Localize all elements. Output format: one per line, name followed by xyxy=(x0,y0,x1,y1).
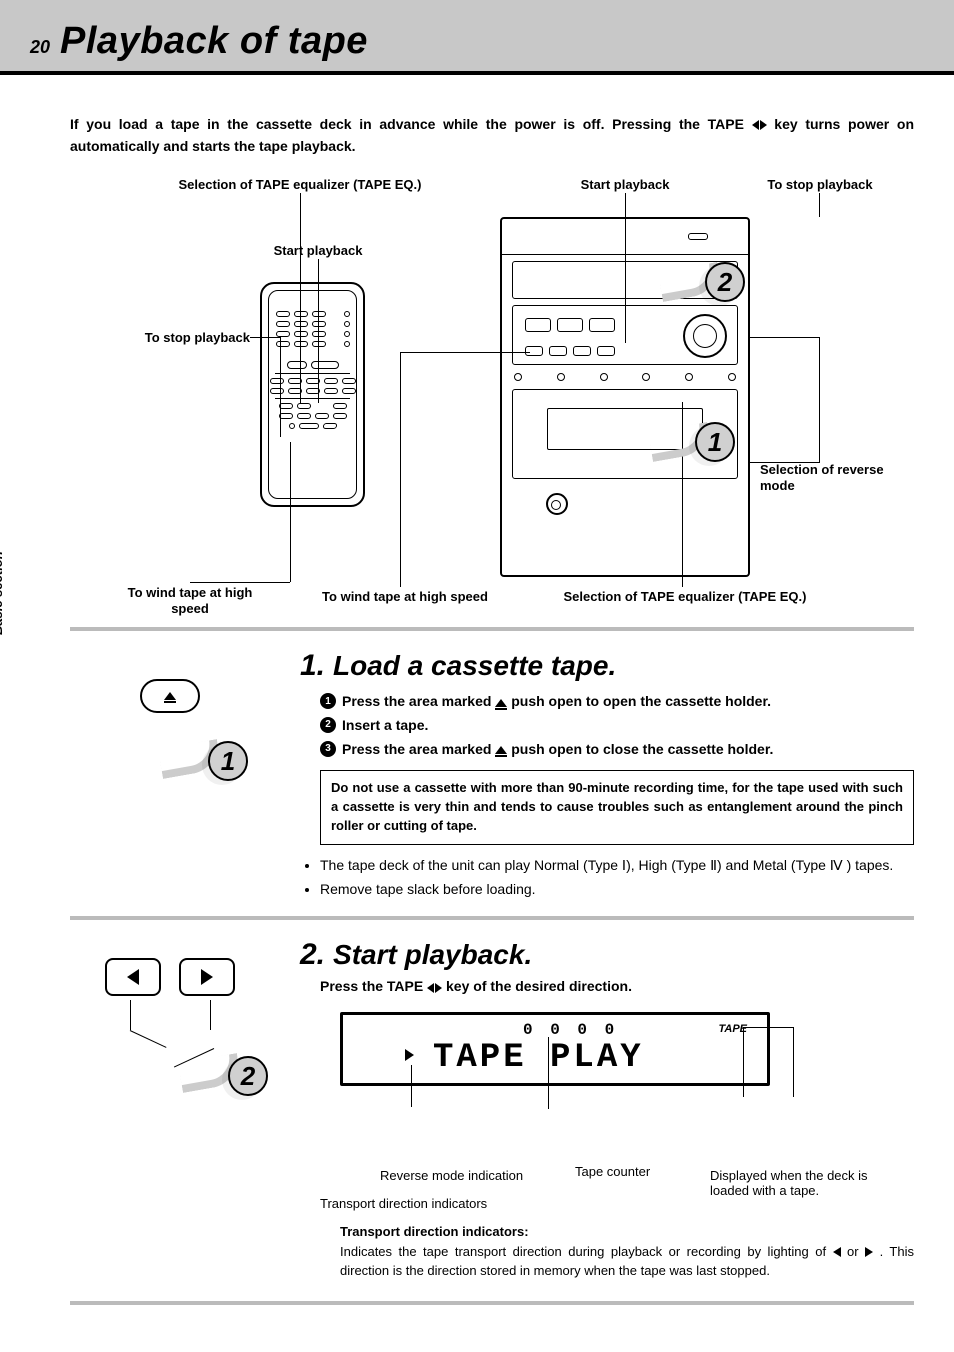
label-wind-remote: To wind tape at high speed xyxy=(110,585,270,616)
leader-line xyxy=(400,352,401,587)
step-2-title: Start playback. xyxy=(333,939,532,971)
play-reverse-button-illustration xyxy=(105,958,161,996)
play-direction-icon xyxy=(752,120,767,130)
leader-line xyxy=(750,337,820,338)
leader-line xyxy=(300,193,301,403)
label-transport-indicators: Transport direction indicators xyxy=(320,1196,487,1211)
tdi-heading: Transport direction indicators: xyxy=(340,1222,914,1242)
eject-button-illustration xyxy=(140,679,200,713)
play-direction-icon xyxy=(427,983,442,993)
substep-1-text: Press the area marked push open to open … xyxy=(342,691,771,713)
callout-number-2: 2 xyxy=(228,1056,268,1096)
page-number: 20 xyxy=(30,37,50,58)
step-1-substeps: 1 Press the area marked push open to ope… xyxy=(300,691,914,760)
leader-line xyxy=(750,462,820,463)
intro-text-a: If you load a tape in the cassette deck … xyxy=(70,116,752,132)
note-tape-types: The tape deck of the unit can play Norma… xyxy=(320,855,914,877)
warning-box: Do not use a cassette with more than 90-… xyxy=(320,770,914,845)
label-start-playback-unit: Start playback xyxy=(560,177,690,193)
intro-paragraph: If you load a tape in the cassette deck … xyxy=(70,114,914,157)
step-2-instruction: Press the TAPE key of the desired direct… xyxy=(320,978,914,994)
note-slack: Remove tape slack before loading. xyxy=(320,879,914,901)
remote-control-illustration xyxy=(260,282,365,507)
section-side-tab: Basic section xyxy=(0,551,5,635)
bottom-rule xyxy=(70,1301,914,1305)
step-1-graphic: 1 xyxy=(70,649,270,906)
callout-number-1: 1 xyxy=(208,741,248,781)
leader-line xyxy=(250,337,280,338)
step-2-graphic: 2 xyxy=(70,938,270,1281)
step-1-row: 1 1. Load a cassette tape. 1 Press the a… xyxy=(70,627,914,916)
substep-badge-2: 2 xyxy=(320,717,336,733)
label-deck-loaded: Displayed when the deck is loaded with a… xyxy=(710,1168,900,1198)
step-1-heading: 1. Load a cassette tape. xyxy=(300,649,914,683)
device-diagram: Selection of TAPE equalizer (TAPE EQ.) S… xyxy=(70,177,914,627)
step-2-heading: 2. Start playback. xyxy=(300,938,914,972)
step-2-number: 2. xyxy=(300,938,325,972)
page-header: 20 Playback of tape xyxy=(0,0,954,75)
substep-2-text: Insert a tape. xyxy=(342,715,428,737)
substep-3-text: Press the area marked push open to close… xyxy=(342,739,773,761)
leader-line xyxy=(625,193,626,343)
tdi-body: Indicates the tape transport direction d… xyxy=(340,1242,914,1281)
leader-line xyxy=(210,1000,211,1030)
lcd-display-diagram: 0 0 0 0 TAPE PLAY TAPE Reverse mode indi… xyxy=(340,1012,914,1086)
play-forward-button-illustration xyxy=(179,958,235,996)
label-tape-counter: Tape counter xyxy=(575,1164,650,1179)
leader-line xyxy=(819,193,820,217)
triangle-left-icon xyxy=(833,1247,841,1257)
step-1-number: 1. xyxy=(300,649,325,683)
leader-line xyxy=(280,337,281,437)
label-start-playback-remote: Start playback xyxy=(248,243,388,259)
label-reverse-mode-indication: Reverse mode indication xyxy=(380,1168,523,1183)
step-1-title: Load a cassette tape. xyxy=(333,650,616,682)
label-stop-playback-remote: To stop playback xyxy=(90,330,250,346)
transport-direction-block: Transport direction indicators: Indicate… xyxy=(340,1222,914,1281)
triangle-right-icon xyxy=(201,969,213,985)
leader-line xyxy=(130,1000,131,1030)
leader-line xyxy=(190,582,290,583)
leader-line xyxy=(819,337,820,462)
triangle-left-icon xyxy=(127,969,139,985)
lcd-main-text: TAPE PLAY xyxy=(433,1039,644,1077)
step-1-notes: The tape deck of the unit can play Norma… xyxy=(300,855,914,900)
label-wind-unit: To wind tape at high speed xyxy=(290,589,520,605)
leader-line xyxy=(290,442,291,582)
triangle-right-icon xyxy=(865,1247,873,1257)
eject-icon xyxy=(495,746,507,754)
lcd-display: 0 0 0 0 TAPE PLAY TAPE xyxy=(340,1012,770,1086)
leader-line xyxy=(318,259,319,403)
leader-line xyxy=(130,1030,167,1048)
label-tape-eq-bottom: Selection of TAPE equalizer (TAPE EQ.) xyxy=(530,589,840,605)
eject-icon xyxy=(495,699,507,707)
eject-icon xyxy=(164,692,176,700)
label-stop-playback-unit: To stop playback xyxy=(740,177,900,193)
substep-badge-3: 3 xyxy=(320,741,336,757)
lcd-counter: 0 0 0 0 xyxy=(523,1021,618,1039)
page-title: Playback of tape xyxy=(60,20,368,63)
leader-line xyxy=(400,352,530,353)
step-2-row: 2 2. Start playback. Press the TAPE key … xyxy=(70,916,914,1291)
lcd-direction-indicator xyxy=(405,1049,414,1061)
label-reverse-mode: Selection of reverse mode xyxy=(760,462,910,493)
label-tape-eq-top: Selection of TAPE equalizer (TAPE EQ.) xyxy=(150,177,450,193)
substep-badge-1: 1 xyxy=(320,693,336,709)
